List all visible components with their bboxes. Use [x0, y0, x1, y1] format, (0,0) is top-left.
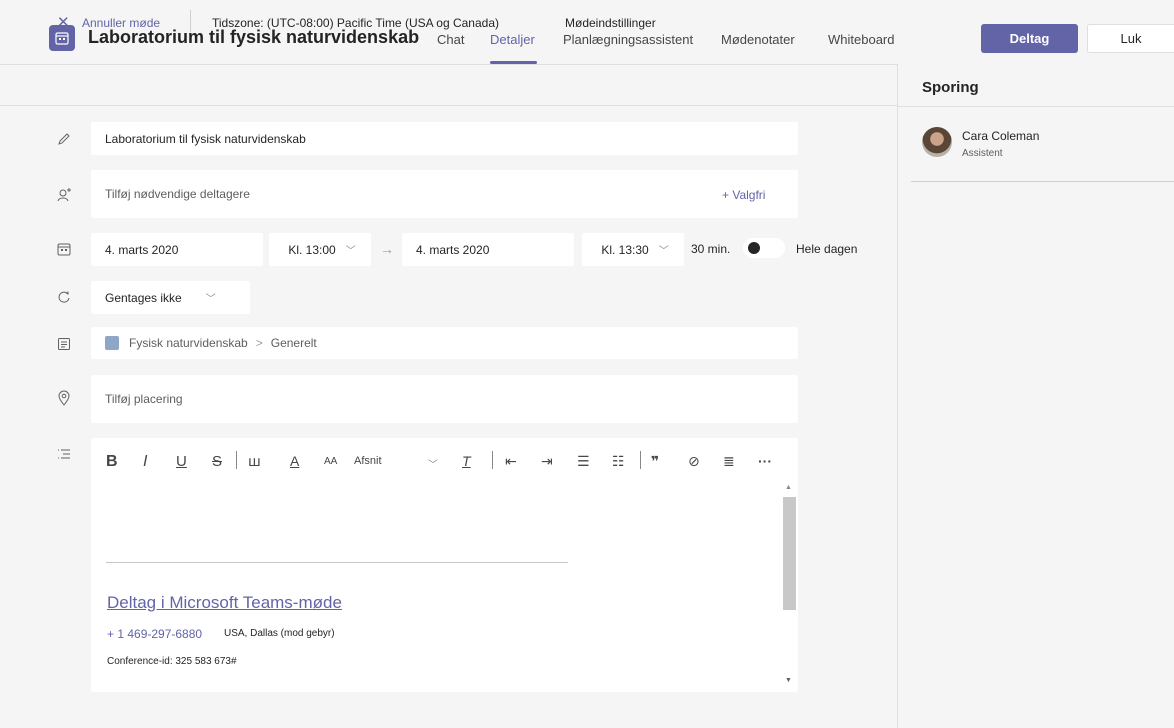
start-date-picker[interactable]: 4. marts 2020 — [91, 233, 263, 266]
repeat-select[interactable]: Gentages ikke ﹀ — [91, 281, 250, 314]
repeat-icon — [55, 288, 73, 306]
divider — [897, 106, 1174, 107]
channel-name: Generelt — [270, 336, 317, 350]
tab-chat[interactable]: Chat — [437, 32, 464, 47]
location-pin-icon — [55, 389, 73, 407]
scroll-up-arrow-icon[interactable]: ▲ — [785, 484, 792, 491]
channel-field[interactable]: Fysisk naturvidenskab > Generelt — [91, 327, 798, 359]
pencil-icon — [55, 130, 73, 148]
end-date-picker[interactable]: 4. marts 2020 — [402, 233, 574, 266]
arrow-right-icon: → — [380, 241, 394, 257]
conference-id: Conference-id: 325 583 673# — [107, 656, 237, 667]
paragraph-select[interactable]: Afsnit — [354, 455, 382, 467]
tab-whiteboard[interactable]: Whiteboard — [828, 32, 894, 47]
link-button[interactable]: ⊘ — [688, 453, 700, 470]
tab-meeting-notes[interactable]: Mødenotater — [721, 32, 795, 47]
start-time-select[interactable]: Kl. 13:00 ﹀ — [269, 233, 371, 266]
description-editor[interactable] — [91, 438, 798, 692]
all-day-label: Hele dagen — [796, 242, 858, 256]
dial-in-location: USA, Dallas (mod gebyr) — [224, 628, 335, 639]
tracking-title: Sporing — [922, 79, 979, 96]
toggle-knob — [748, 242, 760, 254]
close-button[interactable]: Luk — [1087, 24, 1174, 53]
start-time-value: Kl. 13:00 — [288, 242, 336, 257]
text-list-icon — [55, 445, 73, 463]
close-icon[interactable]: ✕ — [57, 13, 70, 31]
add-person-icon — [55, 186, 73, 204]
chevron-down-icon[interactable]: ﹀ — [428, 456, 438, 471]
title-value: Laboratorium til fysisk naturvidenskab — [105, 131, 306, 146]
meeting-options-button[interactable]: Mødeindstillinger — [565, 16, 656, 30]
location-placeholder: Tilføj placering — [105, 392, 183, 406]
font-size-button[interactable]: AA — [324, 456, 337, 467]
avatar[interactable] — [922, 127, 952, 157]
chevron-down-icon: ﹀ — [345, 246, 356, 257]
chevron-down-icon: ﹀ — [205, 294, 216, 305]
meeting-title: Laboratorium til fysisk naturvidenskab — [88, 27, 420, 47]
toolbar-divider — [236, 451, 237, 469]
outdent-button[interactable]: ⇤ — [505, 453, 517, 470]
chevron-right-icon: > — [255, 336, 263, 350]
tab-scheduling-assistant[interactable]: Planlægningsassistent — [563, 32, 693, 47]
end-time-select[interactable]: Kl. 13:30 ﹀ — [582, 233, 684, 266]
divider — [190, 10, 191, 32]
end-time-value: Kl. 13:30 — [601, 242, 649, 257]
attendees-field[interactable]: Tilføj nødvendige deltagere — [91, 170, 798, 218]
timezone-selector[interactable]: Tidszone: (UTC-08:00) Pacific Time (USA … — [212, 16, 499, 30]
repeat-value: Gentages ikke — [105, 290, 182, 305]
end-date-value: 4. marts 2020 — [416, 242, 490, 257]
channel-team-name: Fysisk naturvidenskab — [129, 336, 248, 350]
font-color-button[interactable]: A — [290, 453, 299, 469]
start-date-value: 4. marts 2020 — [105, 242, 179, 257]
strikethrough-button[interactable]: S — [212, 453, 222, 470]
indent-button[interactable]: ⇥ — [541, 453, 553, 470]
highlight-button[interactable]: ꟺ — [248, 453, 261, 470]
bullet-list-button[interactable]: ☰ — [577, 453, 590, 470]
optional-attendees-link[interactable]: + Valgfri — [722, 188, 765, 202]
title-field[interactable]: Laboratorium til fysisk naturvidenskab — [91, 122, 798, 155]
align-button[interactable]: ≣ — [723, 453, 735, 470]
tracking-panel — [897, 64, 1174, 728]
scrollbar-thumb[interactable] — [783, 497, 796, 610]
channel-icon — [55, 335, 73, 353]
quote-button[interactable]: ❞ — [651, 453, 659, 470]
tab-details[interactable]: Detaljer — [490, 32, 535, 47]
toolbar-divider — [492, 451, 493, 469]
join-button[interactable]: Deltag — [981, 24, 1078, 53]
italic-button[interactable]: I — [143, 453, 147, 471]
team-icon — [105, 336, 119, 350]
more-options-button[interactable]: ··· — [758, 453, 772, 469]
bold-button[interactable]: B — [106, 453, 118, 471]
divider — [911, 181, 1174, 182]
scroll-down-arrow-icon[interactable]: ▼ — [785, 677, 792, 684]
separator-line — [106, 562, 568, 563]
underline-button[interactable]: U — [176, 453, 187, 470]
cancel-meeting-button[interactable]: Annuller møde — [82, 16, 160, 30]
join-teams-meeting-link[interactable]: Deltag i Microsoft Teams-møde — [107, 593, 342, 613]
toolbar-divider — [640, 451, 641, 469]
clear-format-button[interactable]: T — [462, 453, 471, 469]
attendee-name: Cara Coleman — [962, 129, 1040, 143]
dial-in-phone-link[interactable]: + 1 469-297-6880 — [107, 627, 202, 641]
attendees-placeholder: Tilføj nødvendige deltagere — [105, 187, 250, 201]
calendar-icon — [55, 240, 73, 258]
chevron-down-icon: ﹀ — [658, 246, 669, 257]
attendee-role: Assistent — [962, 148, 1003, 159]
numbered-list-button[interactable]: ☷ — [612, 453, 625, 470]
duration-label: 30 min. — [691, 242, 731, 256]
location-field[interactable]: Tilføj placering — [91, 375, 798, 423]
meeting-toolbar — [0, 64, 897, 106]
